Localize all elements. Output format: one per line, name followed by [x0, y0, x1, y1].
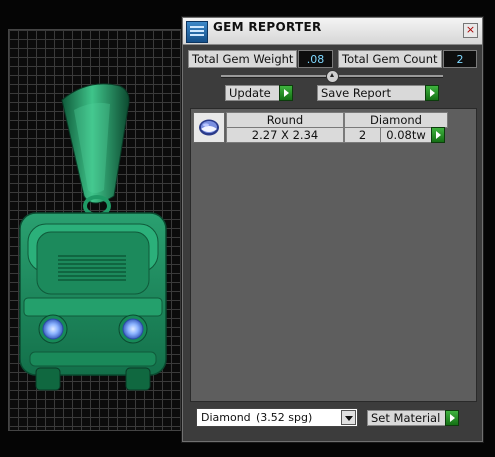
- slider-knob[interactable]: [326, 70, 339, 83]
- set-material-button[interactable]: Set Material: [367, 410, 447, 426]
- chevron-down-icon[interactable]: [341, 410, 356, 425]
- round-diamond-icon: [193, 112, 225, 143]
- update-button[interactable]: Update: [225, 85, 281, 101]
- update-play-icon[interactable]: [279, 85, 293, 101]
- title-bar[interactable]: GEM REPORTER ×: [183, 18, 482, 45]
- window-title: GEM REPORTER: [213, 20, 322, 34]
- gem-reporter-panel: GEM REPORTER × Total Gem Weight .08 Tota…: [182, 17, 483, 442]
- save-report-play-icon[interactable]: [425, 85, 439, 101]
- gem-list[interactable]: Round Diamond 2.27 X 2.34 2 0.08tw: [190, 108, 477, 402]
- gem-weight-cell: 0.08tw: [380, 127, 432, 143]
- material-select-value: Diamond: [201, 411, 251, 424]
- total-gem-count-value: 2: [443, 50, 477, 68]
- save-report-button[interactable]: Save Report: [317, 85, 429, 101]
- gem-count-cell: 2: [344, 127, 381, 143]
- close-button[interactable]: ×: [463, 23, 478, 38]
- app-icon: [186, 21, 208, 43]
- gem-material-cell: Diamond: [344, 112, 448, 128]
- gem-row-play-icon[interactable]: [431, 127, 445, 143]
- set-material-play-icon[interactable]: [445, 410, 459, 426]
- gem-row[interactable]: Round Diamond 2.27 X 2.34 2 0.08tw: [193, 112, 449, 143]
- total-gem-weight-label: Total Gem Weight: [188, 50, 297, 68]
- gem-size-cell: 2.27 X 2.34: [226, 127, 344, 143]
- material-select[interactable]: Diamond (3.52 spg): [196, 408, 358, 427]
- gem-shape-cell: Round: [226, 112, 344, 128]
- total-gem-weight-value: .08: [298, 50, 333, 68]
- total-gem-count-label: Total Gem Count: [338, 50, 442, 68]
- material-select-spg: (3.52 spg): [256, 411, 313, 424]
